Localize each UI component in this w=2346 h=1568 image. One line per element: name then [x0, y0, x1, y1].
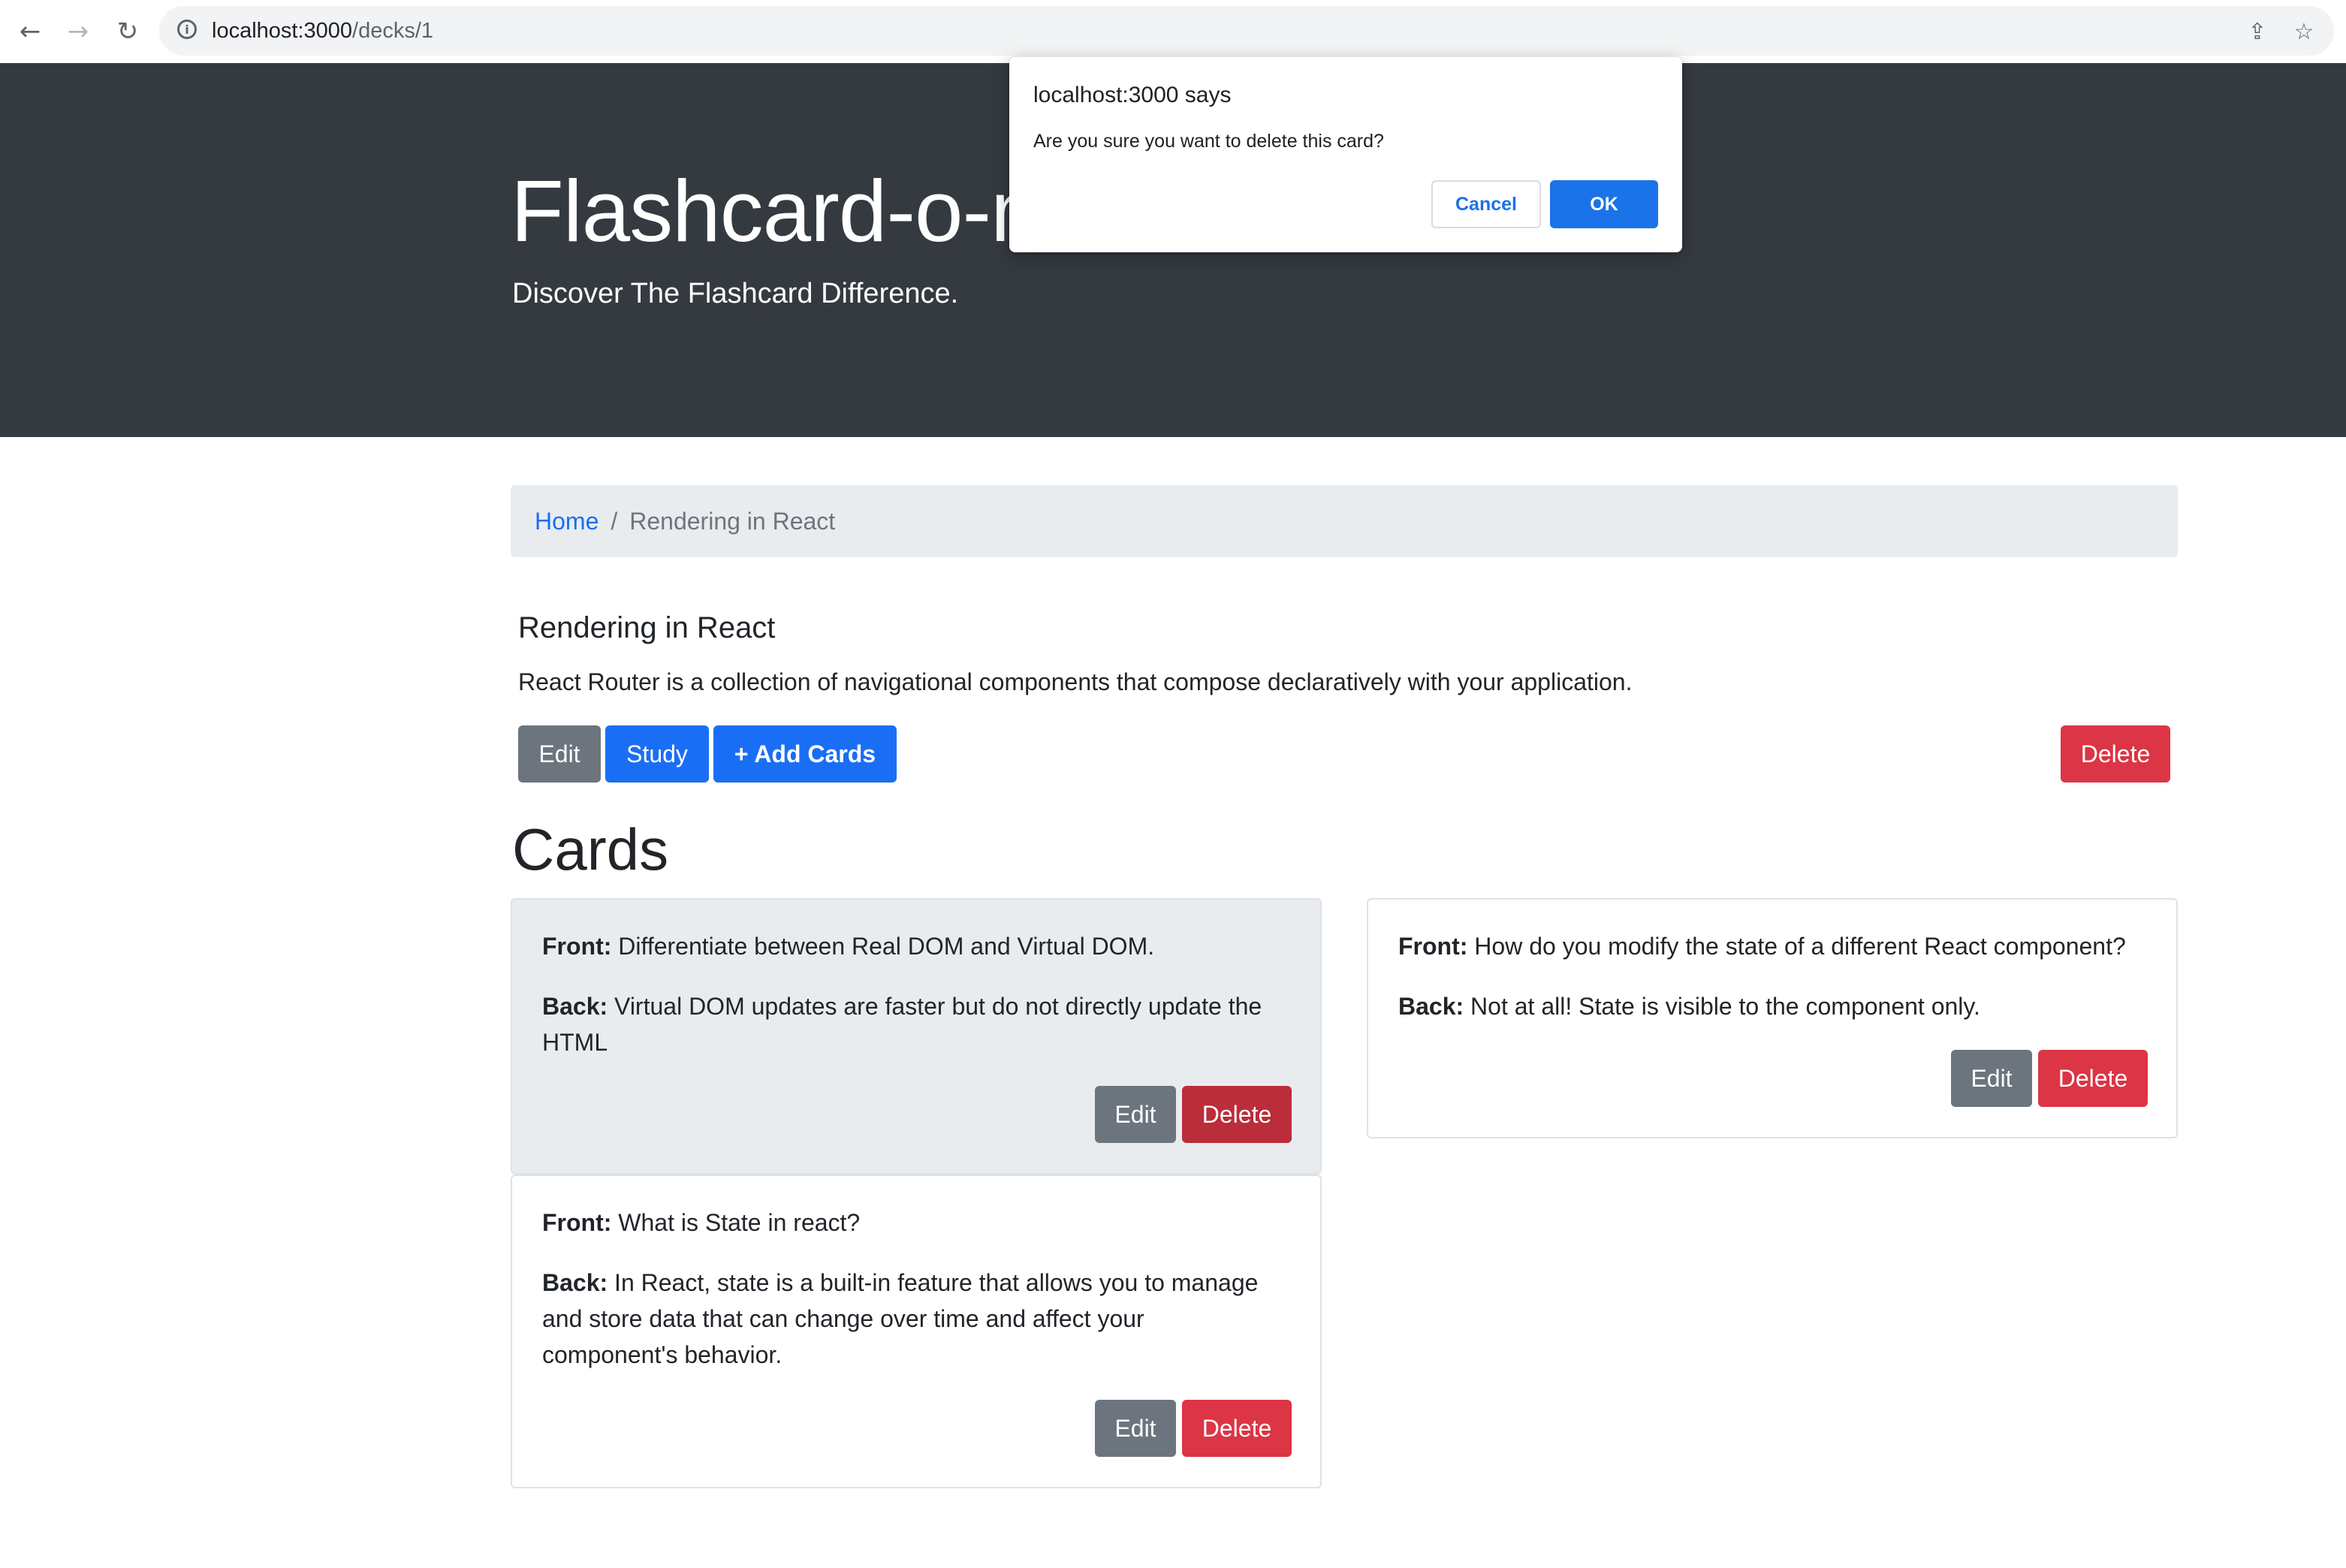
address-bar-url[interactable]: localhost:3000/decks/1 [212, 19, 433, 44]
delete-card-button[interactable]: Delete [1182, 1086, 1292, 1143]
share-icon[interactable]: ⇪ [2244, 18, 2271, 45]
edit-deck-button[interactable]: Edit [518, 725, 601, 782]
browser-toolbar: ← → ↻ i localhost:3000/decks/1 ⇪ ☆ [0, 0, 2346, 64]
back-label: Back: [1398, 993, 1464, 1020]
card-front: Front: How do you modify the state of a … [1398, 928, 2126, 964]
delete-card-button[interactable]: Delete [1182, 1400, 1292, 1457]
back-label: Back: [542, 1269, 608, 1296]
site-title: Flashcard-o-m [511, 162, 1063, 260]
dialog-cancel-button[interactable]: Cancel [1431, 180, 1541, 228]
breadcrumb-current: Rendering in React [629, 507, 836, 535]
delete-deck-button[interactable]: Delete [2061, 725, 2170, 782]
deck-name: Rendering in React [518, 611, 776, 644]
delete-card-button[interactable]: Delete [2038, 1050, 2148, 1107]
card-back: Back: Not at all! State is visible to th… [1398, 988, 1980, 1024]
edit-card-button[interactable]: Edit [1951, 1050, 2032, 1107]
card-item: Front: What is State in react? Back: In … [511, 1174, 1322, 1488]
cards-heading: Cards [512, 816, 669, 882]
site-tagline: Discover The Flashcard Difference. [512, 278, 959, 309]
confirm-dialog: localhost:3000 says Are you sure you wan… [1009, 57, 1682, 252]
front-text: How do you modify the state of a differe… [1474, 933, 2126, 960]
front-text: Differentiate between Real DOM and Virtu… [618, 933, 1155, 960]
card-item: Front: Differentiate between Real DOM an… [511, 898, 1322, 1174]
front-label: Front: [542, 1209, 612, 1236]
dialog-ok-button[interactable]: OK [1550, 180, 1658, 228]
back-label: Back: [542, 993, 608, 1020]
card-item: Front: How do you modify the state of a … [1367, 898, 2178, 1138]
deck-description: React Router is a collection of navigati… [518, 668, 1633, 695]
back-arrow-icon[interactable]: ← [9, 11, 51, 53]
breadcrumb: Home / Rendering in React [511, 485, 2178, 557]
back-text-line: HTML [542, 1029, 608, 1056]
card-back: Back: Virtual DOM updates are faster but… [542, 988, 1262, 1060]
dialog-title: localhost:3000 says [1033, 83, 1232, 107]
back-text-line: Not at all! State is visible to the comp… [1470, 993, 1980, 1020]
address-bar[interactable]: i localhost:3000/decks/1 ⇪ ☆ [159, 6, 2334, 56]
forward-arrow-icon[interactable]: → [57, 11, 99, 53]
front-label: Front: [542, 933, 612, 960]
bookmark-star-icon[interactable]: ☆ [2290, 18, 2317, 45]
edit-card-button[interactable]: Edit [1095, 1400, 1176, 1457]
breadcrumb-separator: / [611, 507, 618, 535]
reload-icon[interactable]: ↻ [107, 11, 149, 53]
url-host: localhost:3000 [212, 19, 353, 43]
breadcrumb-home-link[interactable]: Home [535, 508, 599, 535]
back-text-line: Virtual DOM updates are faster but do no… [614, 993, 1262, 1020]
back-text-line: and store data that can change over time… [542, 1305, 1144, 1332]
front-text: What is State in react? [618, 1209, 861, 1236]
edit-card-button[interactable]: Edit [1095, 1086, 1176, 1143]
front-label: Front: [1398, 933, 1468, 960]
card-front: Front: What is State in react? [542, 1205, 860, 1241]
back-text-line: In React, state is a built-in feature th… [614, 1269, 1259, 1296]
card-back: Back: In React, state is a built-in feat… [542, 1265, 1258, 1373]
add-cards-button[interactable]: + Add Cards [713, 725, 897, 782]
card-front: Front: Differentiate between Real DOM an… [542, 928, 1154, 964]
study-button[interactable]: Study [605, 725, 709, 782]
back-text-line: component's behavior. [542, 1341, 783, 1368]
dialog-message: Are you sure you want to delete this car… [1033, 131, 1384, 152]
url-path: /decks/1 [352, 19, 434, 43]
site-info-icon[interactable]: i [177, 20, 197, 39]
